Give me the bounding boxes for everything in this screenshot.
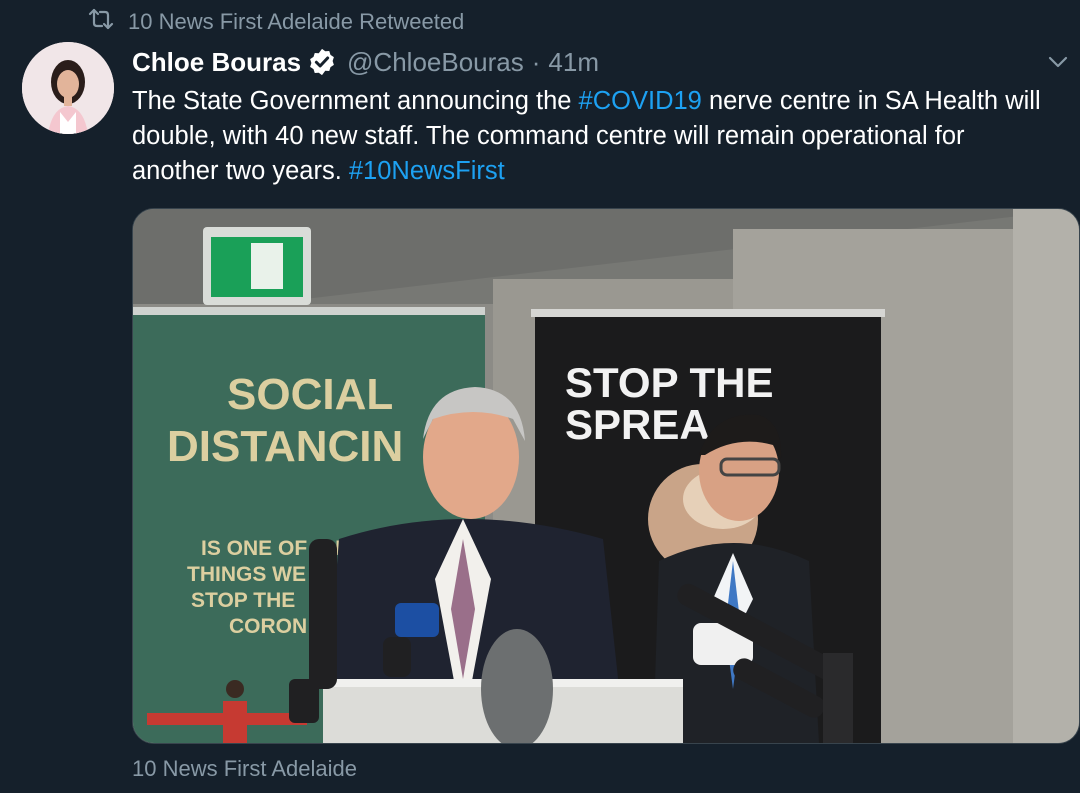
tweet-header: Chloe Bouras @ChloeBouras · 41m bbox=[132, 44, 599, 80]
retweet-context[interactable]: 10 News First Adelaide Retweeted bbox=[88, 8, 464, 36]
banner-stop-the-text: STOP THE bbox=[565, 359, 774, 406]
author-name[interactable]: Chloe Bouras bbox=[132, 47, 301, 78]
media-source-label[interactable]: 10 News First Adelaide bbox=[132, 756, 357, 782]
tweet-photo[interactable]: SOCIAL DISTANCIN IS ONE OF THE THINGS WE… bbox=[132, 208, 1080, 744]
hashtag-covid19[interactable]: #COVID19 bbox=[579, 87, 702, 115]
banner-sub-line3: STOP THE bbox=[191, 589, 295, 612]
banner-social-text: SOCIAL bbox=[227, 370, 393, 419]
separator-dot: · bbox=[531, 46, 541, 77]
retweet-icon bbox=[88, 8, 114, 36]
banner-sub-line2: THINGS WE bbox=[187, 563, 306, 586]
banner-distancing-text: DISTANCIN bbox=[167, 422, 403, 471]
banner-spread-text: SPREA bbox=[565, 401, 710, 448]
banner-sub-line4: CORON bbox=[229, 615, 307, 638]
chevron-down-icon[interactable] bbox=[1046, 50, 1070, 74]
author-handle[interactable]: @ChloeBouras bbox=[347, 47, 524, 78]
tweet-timestamp[interactable]: 41m bbox=[548, 47, 599, 78]
retweet-label: 10 News First Adelaide Retweeted bbox=[128, 9, 465, 34]
tweet-text: The State Government announcing the #COV… bbox=[132, 84, 1052, 189]
avatar[interactable] bbox=[22, 42, 114, 134]
hashtag-10newsfirst[interactable]: #10NewsFirst bbox=[349, 157, 505, 185]
tweet-text-part: The State Government announcing the bbox=[132, 87, 579, 115]
verified-badge-icon bbox=[310, 48, 334, 76]
